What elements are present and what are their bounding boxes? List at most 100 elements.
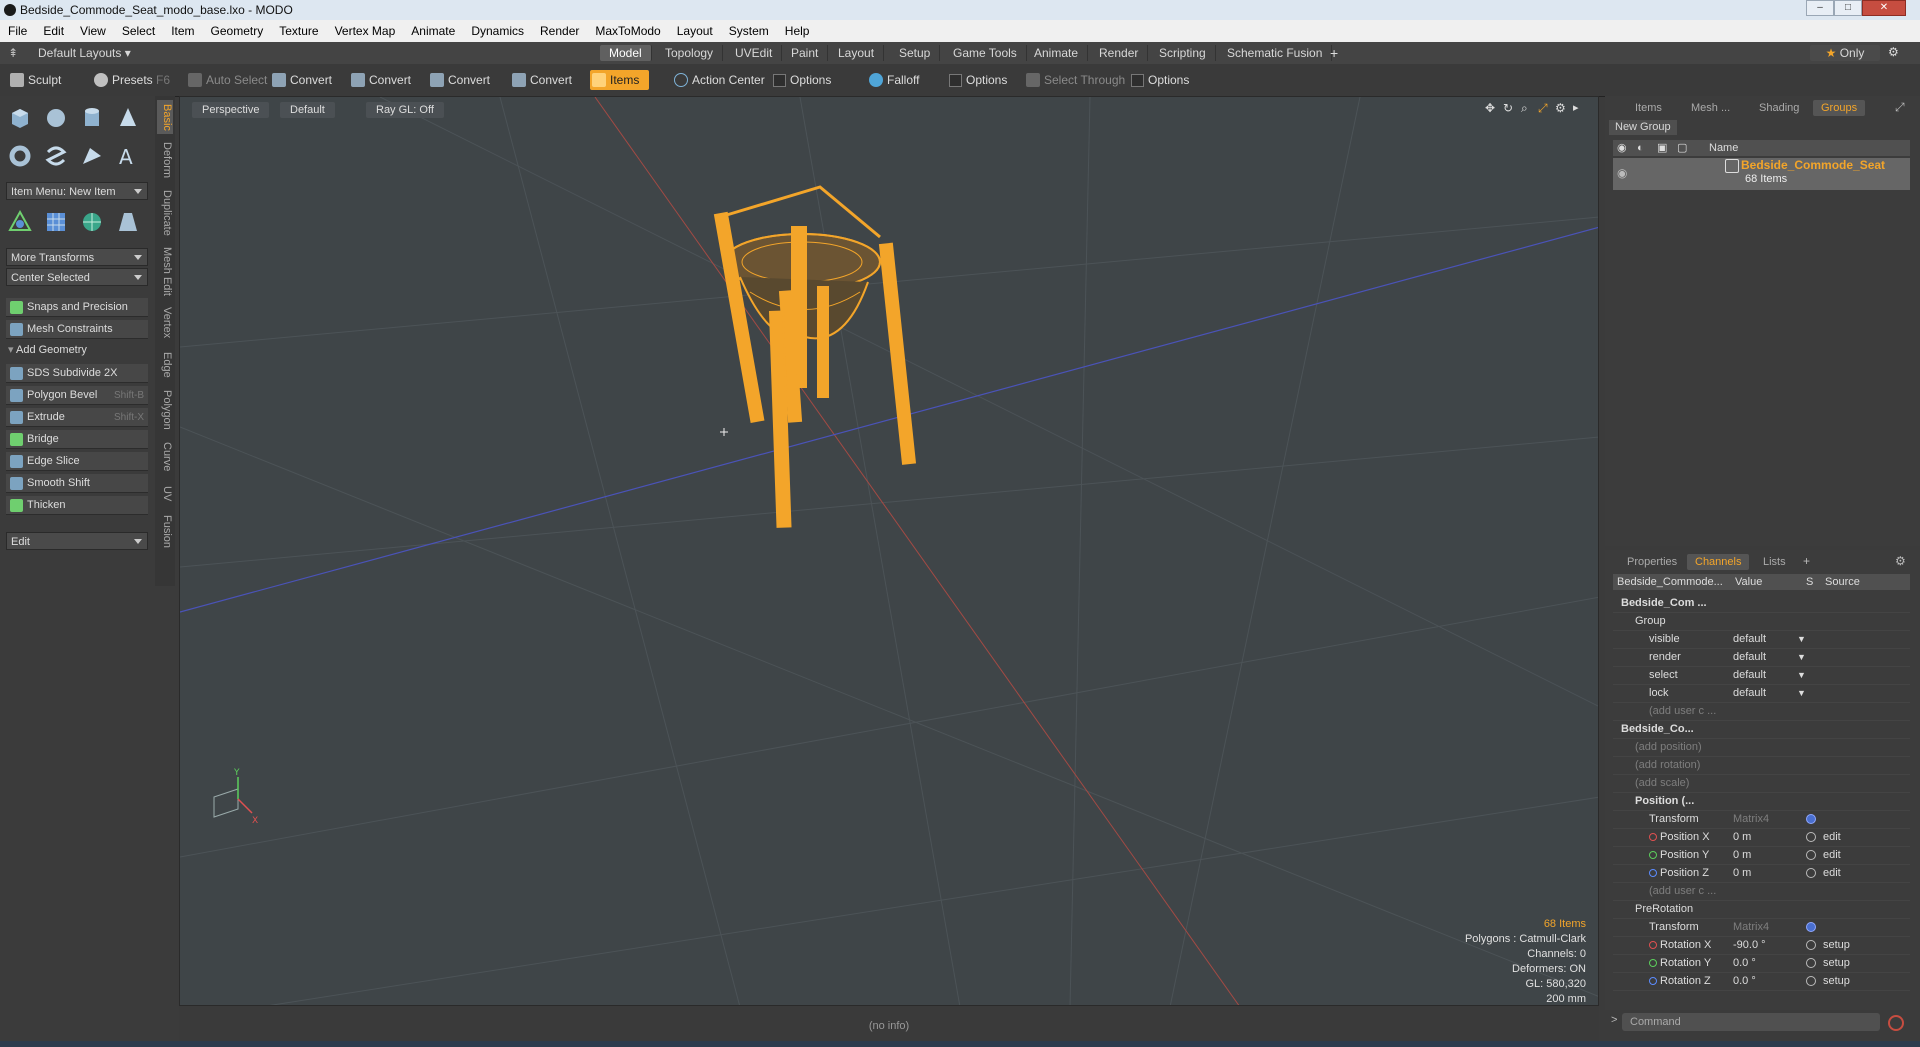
snaps-precision-button[interactable]: Snaps and Precision: [6, 298, 148, 317]
channel-row[interactable]: (add position): [1613, 738, 1910, 757]
grid-tool-icon[interactable]: [42, 208, 70, 236]
edge-slice-button[interactable]: Edge Slice: [6, 452, 148, 471]
bedside-commode-mesh[interactable]: [713, 185, 917, 528]
channel-state-icon[interactable]: [1806, 832, 1816, 842]
vtab-polygon[interactable]: Polygon: [157, 388, 173, 432]
falloff-options-button[interactable]: Options: [946, 70, 1007, 90]
vtab-deform[interactable]: Deform: [157, 140, 173, 180]
menu-vertex-map[interactable]: Vertex Map: [327, 24, 404, 38]
globe-tool-icon[interactable]: [78, 208, 106, 236]
tab-properties[interactable]: Properties: [1619, 554, 1685, 570]
presets-button[interactable]: Presets F6: [92, 70, 170, 90]
convert-vertices-button[interactable]: Convert: [270, 70, 332, 90]
group-row[interactable]: ◉ Bedside_Commode_Seat 68 Items: [1613, 158, 1910, 190]
tab-shading[interactable]: Shading: [1751, 100, 1807, 116]
zoom-icon[interactable]: ⌕: [1521, 101, 1528, 116]
menu-dynamics[interactable]: Dynamics: [463, 24, 532, 38]
channel-link-icon[interactable]: [1806, 922, 1816, 932]
pan-icon[interactable]: ✥: [1485, 101, 1495, 115]
vtab-duplicate[interactable]: Duplicate: [157, 188, 173, 238]
channel-row[interactable]: Position (...: [1613, 792, 1910, 811]
channel-link-icon[interactable]: [1806, 814, 1816, 824]
channel-row[interactable]: (add scale): [1613, 774, 1910, 793]
channels-gear-icon[interactable]: ⚙: [1895, 554, 1906, 568]
channel-value[interactable]: 0 m: [1733, 864, 1751, 882]
expand-panel-icon[interactable]: ⤢: [1895, 100, 1905, 115]
channel-row[interactable]: (add user c ...: [1613, 702, 1910, 721]
sphere-primitive-icon[interactable]: [42, 104, 70, 132]
channel-value[interactable]: 0.0 °: [1733, 954, 1756, 972]
action-center-options-button[interactable]: Options: [770, 70, 831, 90]
close-button[interactable]: ✕: [1862, 0, 1906, 16]
viewport-menu-icon[interactable]: ▸: [1573, 101, 1579, 114]
vtab-curve[interactable]: Curve: [157, 440, 173, 474]
tab-topology[interactable]: Topology: [656, 45, 724, 61]
capsule-primitive-icon[interactable]: [42, 142, 70, 170]
add-geometry-header[interactable]: ▾ Add Geometry: [8, 343, 87, 356]
tab-paint[interactable]: Paint: [782, 45, 829, 61]
bridge-button[interactable]: Bridge: [6, 430, 148, 449]
channel-state-icon[interactable]: [1806, 868, 1816, 878]
channel-row[interactable]: Position Z 0 m edit: [1613, 864, 1910, 883]
3d-viewport[interactable]: Y X Perspective Default Ray GL: Off ✥ ↻ …: [179, 96, 1599, 1006]
only-toggle[interactable]: ★ Only: [1810, 45, 1880, 61]
channel-value[interactable]: default: [1733, 630, 1766, 648]
pen-tool-icon[interactable]: [78, 142, 106, 170]
channel-row[interactable]: Transform Matrix4: [1613, 918, 1910, 937]
channel-row[interactable]: PreRotation: [1613, 900, 1910, 919]
menu-help[interactable]: Help: [777, 24, 818, 38]
tab-render[interactable]: Render: [1090, 45, 1149, 61]
mesh-constraints-button[interactable]: Mesh Constraints: [6, 320, 148, 339]
viewport-scene[interactable]: Y X: [180, 97, 1599, 1006]
vtab-fusion[interactable]: Fusion: [157, 514, 173, 550]
channel-value[interactable]: 0 m: [1733, 846, 1751, 864]
eye-icon[interactable]: ◉: [1617, 166, 1627, 180]
convert-polygons-button[interactable]: Convert: [428, 70, 490, 90]
chevron-down-icon[interactable]: ▼: [1797, 648, 1806, 666]
view-type-dropdown[interactable]: Perspective: [192, 102, 270, 118]
polygon-bevel-button[interactable]: Polygon Bevel Shift-B: [6, 386, 148, 405]
shading-dropdown[interactable]: Default: [280, 102, 335, 118]
tab-uvedit[interactable]: UVEdit: [726, 45, 783, 61]
channel-state-icon[interactable]: [1806, 976, 1816, 986]
fit-view-icon[interactable]: ⤢: [1538, 101, 1548, 116]
channel-row[interactable]: Rotation X -90.0 ° setup: [1613, 936, 1910, 955]
items-mode-button[interactable]: Items: [590, 70, 650, 90]
new-group-button[interactable]: New Group: [1609, 120, 1677, 135]
channel-row[interactable]: lock default ▼: [1613, 684, 1910, 703]
tab-model[interactable]: Model: [600, 45, 652, 61]
maximize-button[interactable]: □: [1834, 0, 1862, 16]
falloff-button[interactable]: Falloff: [867, 70, 919, 90]
raygl-toggle[interactable]: Ray GL: Off: [366, 102, 444, 118]
convert-edges-button[interactable]: Convert: [349, 70, 411, 90]
channel-row[interactable]: select default ▼: [1613, 666, 1910, 685]
torus-primitive-icon[interactable]: [6, 142, 34, 170]
perspective-tool-icon[interactable]: [114, 208, 142, 236]
extrude-button[interactable]: Extrude Shift-X: [6, 408, 148, 427]
channel-row[interactable]: Rotation Y 0.0 ° setup: [1613, 954, 1910, 973]
channel-value[interactable]: default: [1733, 648, 1766, 666]
chevron-down-icon[interactable]: ▼: [1797, 630, 1806, 648]
add-tab-button[interactable]: +: [1803, 554, 1810, 568]
channel-state-icon[interactable]: [1806, 958, 1816, 968]
channel-value[interactable]: -90.0 °: [1733, 936, 1766, 954]
gear-icon[interactable]: ⚙: [1888, 45, 1899, 59]
sculpt-button[interactable]: Sculpt: [8, 70, 61, 90]
menu-render[interactable]: Render: [532, 24, 587, 38]
add-tab-button[interactable]: +: [1330, 45, 1338, 61]
select-through-button[interactable]: Select Through: [1024, 70, 1125, 90]
lock-icon[interactable]: ▣: [1657, 140, 1667, 156]
edit-dropdown[interactable]: Edit: [6, 532, 148, 550]
vtab-uv[interactable]: UV: [157, 482, 173, 506]
vtab-mesh-edit[interactable]: Mesh Edit: [157, 246, 173, 296]
command-input[interactable]: Command: [1622, 1013, 1880, 1031]
channel-value[interactable]: Matrix4: [1733, 918, 1769, 936]
center-selected-dropdown[interactable]: Center Selected: [6, 268, 148, 286]
minimize-button[interactable]: –: [1806, 0, 1834, 16]
channel-row[interactable]: Bedside_Co...: [1613, 720, 1910, 739]
channel-row[interactable]: Rotation Z 0.0 ° setup: [1613, 972, 1910, 991]
sds-subdivide-button[interactable]: SDS Subdivide 2X: [6, 364, 148, 383]
tab-schematic-fusion[interactable]: Schematic Fusion: [1218, 45, 1333, 61]
menu-file[interactable]: File: [0, 24, 35, 38]
channel-row[interactable]: (add rotation): [1613, 756, 1910, 775]
